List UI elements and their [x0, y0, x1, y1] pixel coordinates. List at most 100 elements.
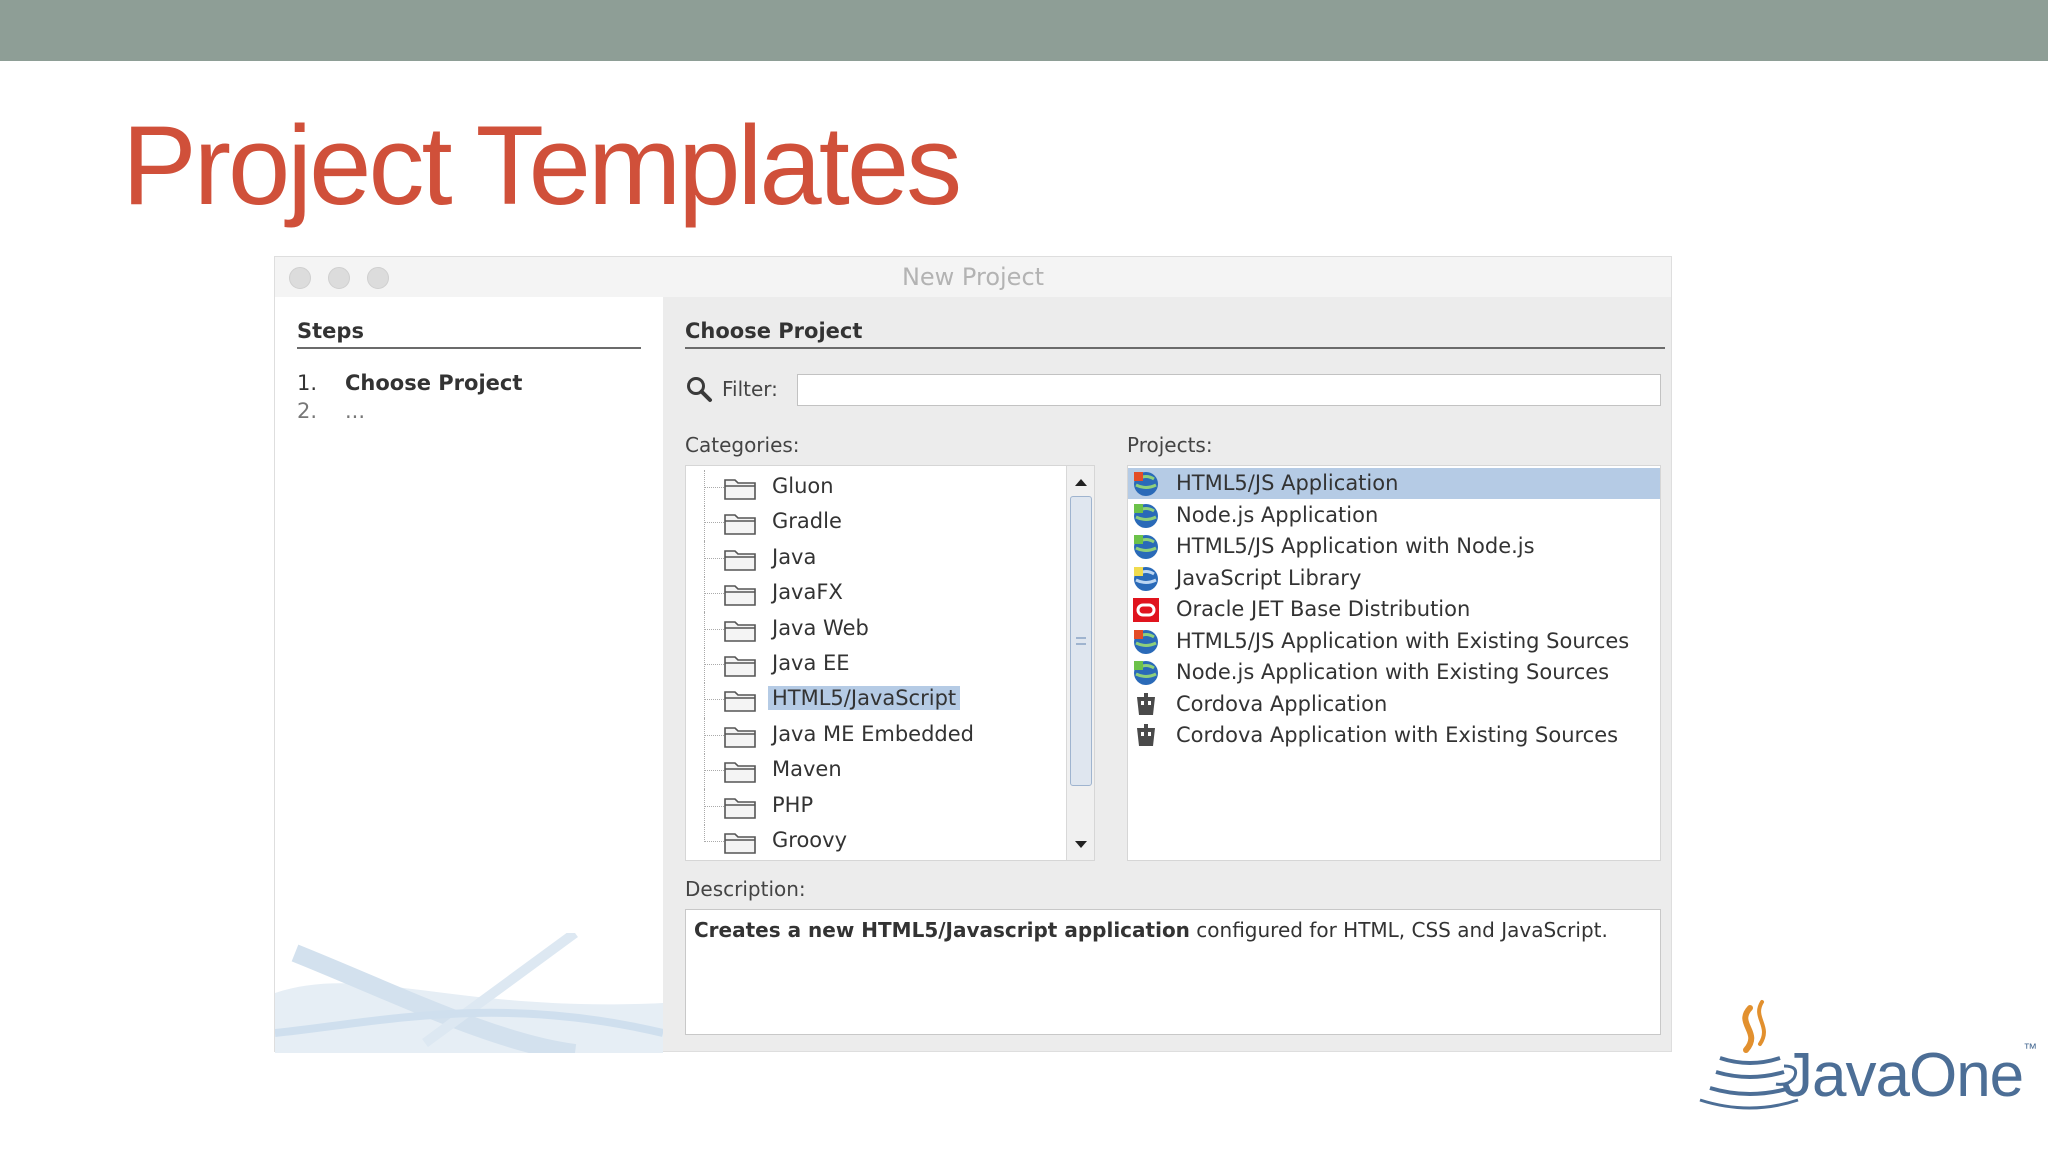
- category-item[interactable]: Java: [686, 540, 1066, 577]
- folder-icon: [724, 691, 756, 713]
- dialog-titlebar: New Project: [275, 257, 1671, 297]
- nodejs-globe-icon: [1134, 535, 1158, 559]
- category-label: Maven: [772, 757, 842, 782]
- projects-label: Projects:: [1127, 433, 1213, 457]
- project-item[interactable]: Cordova Application: [1128, 689, 1660, 720]
- project-label: Cordova Application with Existing Source…: [1176, 723, 1619, 747]
- tree-line: [704, 647, 705, 683]
- top-bar: [0, 0, 2048, 61]
- folder-icon: [724, 620, 756, 642]
- tree-connector: [704, 699, 724, 701]
- steps-header: Steps: [297, 319, 641, 349]
- categories-scrollbar[interactable]: [1066, 466, 1095, 860]
- search-icon: [687, 377, 712, 402]
- javaone-wordmark: JavaOne: [1782, 1041, 2024, 1110]
- project-item[interactable]: JavaScript Library: [1128, 563, 1660, 594]
- category-item[interactable]: HTML5/JavaScript: [686, 682, 1066, 719]
- tree-connector: [704, 770, 724, 772]
- category-label: Java: [772, 544, 817, 569]
- project-label: Node.js Application with Existing Source…: [1176, 660, 1610, 684]
- tree-connector: [704, 664, 724, 665]
- scroll-down-arrow-icon[interactable]: [1067, 830, 1095, 858]
- tree-line: [704, 788, 705, 825]
- tree-connector: [704, 805, 724, 807]
- html5-globe-icon: [1134, 629, 1158, 654]
- description-bold-text: Creates a new HTML5/Javascript applicati…: [694, 918, 1190, 942]
- dialog-title: New Project: [901, 263, 1045, 291]
- category-label: JavaFX: [772, 580, 843, 605]
- folder-icon: [724, 585, 756, 606]
- scroll-up-arrow-icon[interactable]: [1067, 468, 1095, 496]
- category-item[interactable]: Gluon: [686, 470, 1066, 506]
- category-item[interactable]: Gradle: [686, 505, 1066, 542]
- category-item[interactable]: Groovy: [686, 824, 1066, 858]
- category-item[interactable]: Maven: [686, 753, 1066, 790]
- category-label: Java ME Embedded: [772, 721, 974, 746]
- tree-line: [704, 717, 705, 754]
- projects-list[interactable]: HTML5/JS Application Node.js Application H…: [1127, 465, 1661, 861]
- step-label: ...: [345, 399, 366, 423]
- project-item[interactable]: HTML5/JS Application with Existing Sourc…: [1128, 626, 1660, 657]
- step-item: 2....: [297, 399, 365, 423]
- category-label: Gradle: [772, 509, 842, 534]
- tree-line: [704, 505, 705, 542]
- project-label: Node.js Application: [1176, 502, 1379, 527]
- tree-line: [704, 824, 705, 842]
- filter-input[interactable]: [797, 374, 1661, 406]
- tree-connector: [704, 487, 724, 488]
- category-label: Gluon: [772, 474, 834, 498]
- project-item[interactable]: Oracle JET Base Distribution: [1128, 594, 1660, 625]
- javaone-logo-text: JavaOne™: [1782, 1040, 2037, 1111]
- html5-globe-icon: [1134, 472, 1158, 496]
- project-label: Cordova Application: [1176, 691, 1388, 716]
- category-item[interactable]: PHP: [686, 788, 1066, 825]
- js-library-icon: [1134, 566, 1158, 591]
- folder-icon: [724, 762, 756, 783]
- folder-icon: [724, 797, 756, 819]
- category-label: PHP: [772, 792, 814, 817]
- project-label: HTML5/JS Application with Node.js: [1176, 534, 1535, 558]
- folder-icon: [724, 833, 756, 854]
- steps-panel: Steps 1. Choose Project 2....: [275, 297, 663, 1053]
- project-item[interactable]: Node.js Application with Existing Source…: [1128, 657, 1660, 688]
- oracle-icon: [1133, 598, 1159, 622]
- folder-icon: [724, 726, 756, 748]
- tree-line: [704, 540, 705, 577]
- new-project-dialog: New Project Steps 1. Choose Project 2....…: [274, 256, 1672, 1053]
- thumb-grip: [1076, 637, 1086, 645]
- project-item[interactable]: Cordova Application with Existing Source…: [1128, 720, 1660, 751]
- trademark-mark: ™: [2023, 1040, 2037, 1056]
- project-label: Oracle JET Base Distribution: [1176, 597, 1471, 621]
- filter-label: Filter:: [722, 377, 778, 401]
- project-label: HTML5/JS Application: [1176, 471, 1399, 495]
- folder-icon: [724, 479, 756, 500]
- category-label: Java Web: [772, 615, 869, 640]
- step-number: 2.: [297, 399, 318, 423]
- folder-icon: [724, 656, 756, 677]
- description-label: Description:: [685, 877, 806, 901]
- cordova-icon: [1137, 692, 1155, 715]
- tree-connector: [704, 593, 724, 595]
- categories-tree[interactable]: Groovy PHP Maven Java ME Embedded HTML5/Java…: [685, 465, 1095, 861]
- category-label: HTML5/JavaScript: [768, 686, 961, 711]
- tree-connector: [704, 557, 724, 559]
- tree-connector: [704, 734, 724, 736]
- category-label: Java EE: [772, 651, 850, 675]
- project-item[interactable]: Node.js Application: [1128, 500, 1660, 531]
- scrollbar-thumb[interactable]: [1070, 496, 1092, 786]
- nodejs-globe-icon: [1134, 503, 1158, 528]
- category-item[interactable]: Java ME Embedded: [686, 717, 1066, 754]
- decorative-swoosh: [275, 933, 663, 1053]
- category-item[interactable]: JavaFX: [686, 576, 1066, 613]
- project-label: JavaScript Library: [1176, 565, 1362, 590]
- tree-connector: [704, 628, 724, 630]
- step-label: Choose Project: [345, 371, 523, 395]
- folder-icon: [724, 549, 756, 571]
- category-label: Groovy: [772, 828, 847, 852]
- category-item[interactable]: Java EE: [686, 647, 1066, 683]
- step-item: 1. Choose Project: [297, 371, 522, 395]
- tree-connector: [704, 841, 724, 842]
- project-item[interactable]: HTML5/JS Application with Node.js: [1128, 531, 1660, 562]
- category-item[interactable]: Java Web: [686, 611, 1066, 648]
- project-item[interactable]: HTML5/JS Application: [1128, 468, 1660, 499]
